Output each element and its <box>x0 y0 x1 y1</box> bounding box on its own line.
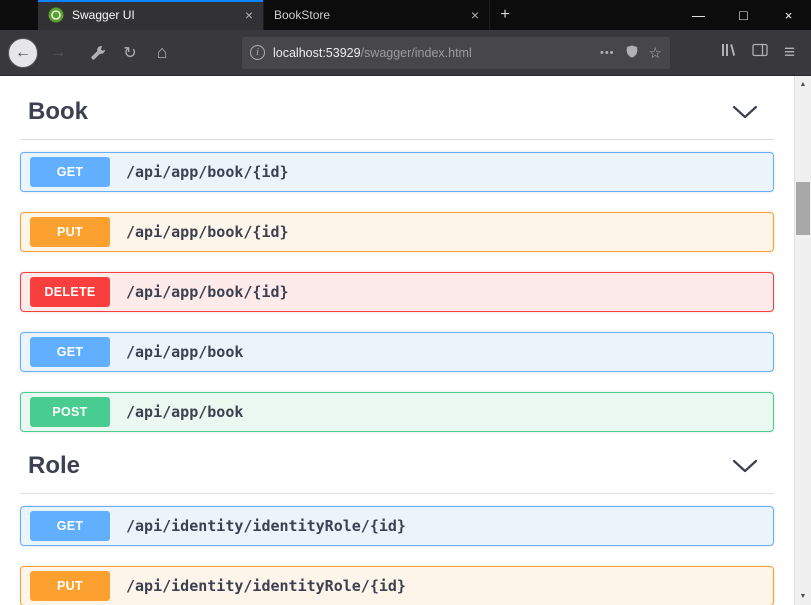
method-badge[interactable]: GET <box>30 157 110 187</box>
endpoint-row[interactable]: PUT /api/app/book/{id} <box>20 212 774 252</box>
section-header-book[interactable]: Book <box>20 98 774 140</box>
refresh-button[interactable]: ↻ <box>116 39 144 67</box>
url-bar[interactable]: i localhost:53929/swagger/index.html •••… <box>242 37 670 69</box>
endpoint-row[interactable]: GET /api/identity/identityRole/{id} <box>20 506 774 546</box>
forward-arrow-icon: → <box>50 44 66 62</box>
vertical-scrollbar[interactable]: ▲ ▼ <box>794 76 811 605</box>
endpoint-path: /api/app/book/{id} <box>126 223 289 241</box>
refresh-icon: ↻ <box>123 43 136 63</box>
tab-title: Swagger UI <box>72 8 237 22</box>
endpoint-row[interactable]: DELETE /api/app/book/{id} <box>20 272 774 312</box>
endpoint-path: /api/app/book <box>126 403 243 421</box>
url-path: /swagger/index.html <box>361 46 472 60</box>
tab-close-icon[interactable]: × <box>243 7 255 23</box>
scroll-up-icon[interactable]: ▲ <box>795 76 811 93</box>
page-content: Book GET /api/app/book/{id} PUT /api/app… <box>0 76 811 605</box>
endpoint-path: /api/app/book <box>126 343 243 361</box>
tab-close-icon[interactable]: × <box>469 7 481 23</box>
site-info-icon[interactable]: i <box>250 45 265 60</box>
method-badge[interactable]: GET <box>30 337 110 367</box>
chevron-down-icon[interactable] <box>732 105 758 119</box>
titlebar-spacer <box>0 0 38 30</box>
back-arrow-icon: ← <box>15 44 31 62</box>
method-badge[interactable]: PUT <box>30 571 110 601</box>
hamburger-menu-icon[interactable]: ≡ <box>784 42 795 64</box>
method-badge[interactable]: PUT <box>30 217 110 247</box>
scrollbar-thumb[interactable] <box>796 182 810 235</box>
endpoint-path: /api/identity/identityRole/{id} <box>126 577 406 595</box>
titlebar-drag-area <box>520 0 676 30</box>
method-badge[interactable]: DELETE <box>30 277 110 307</box>
minimize-button[interactable]: — <box>676 0 721 30</box>
sidebar-icon[interactable] <box>752 42 768 63</box>
new-tab-button[interactable]: + <box>490 0 520 30</box>
home-button[interactable]: ⌂ <box>148 39 176 67</box>
section-title: Role <box>28 452 80 480</box>
back-button[interactable]: ← <box>8 38 38 68</box>
bookmark-star-icon[interactable]: ☆ <box>649 44 662 62</box>
tab-title: BookStore <box>274 8 463 22</box>
tab-bookstore[interactable]: BookStore × <box>264 0 490 30</box>
endpoint-row[interactable]: PUT /api/identity/identityRole/{id} <box>20 566 774 605</box>
window-titlebar: Swagger UI × BookStore × + — □ × <box>0 0 811 30</box>
swagger-favicon-icon <box>48 7 64 23</box>
endpoint-path: /api/app/book/{id} <box>126 163 289 181</box>
endpoint-row[interactable]: POST /api/app/book <box>20 392 774 432</box>
section-title: Book <box>28 98 88 126</box>
forward-button[interactable]: → <box>44 38 72 68</box>
browser-toolbar: ← → ↻ ⌂ i localhost:53929/swagger/index.… <box>0 30 811 76</box>
maximize-button[interactable]: □ <box>721 0 766 30</box>
method-badge[interactable]: GET <box>30 511 110 541</box>
window-close-button[interactable]: × <box>766 0 811 30</box>
page-actions-icon[interactable]: ••• <box>600 47 615 59</box>
url-host: localhost:53929 <box>273 46 361 60</box>
home-icon: ⌂ <box>157 42 168 63</box>
endpoint-row[interactable]: GET /api/app/book <box>20 332 774 372</box>
endpoint-row[interactable]: GET /api/app/book/{id} <box>20 152 774 192</box>
endpoint-path: /api/app/book/{id} <box>126 283 289 301</box>
library-icon[interactable] <box>720 42 736 63</box>
wrench-icon[interactable] <box>84 39 112 67</box>
scroll-down-icon[interactable]: ▼ <box>795 588 811 605</box>
method-badge[interactable]: POST <box>30 397 110 427</box>
section-header-role[interactable]: Role <box>20 452 774 494</box>
chevron-down-icon[interactable] <box>732 459 758 473</box>
tab-swagger-ui[interactable]: Swagger UI × <box>38 0 264 30</box>
shield-icon[interactable] <box>625 44 639 62</box>
endpoint-path: /api/identity/identityRole/{id} <box>126 517 406 535</box>
